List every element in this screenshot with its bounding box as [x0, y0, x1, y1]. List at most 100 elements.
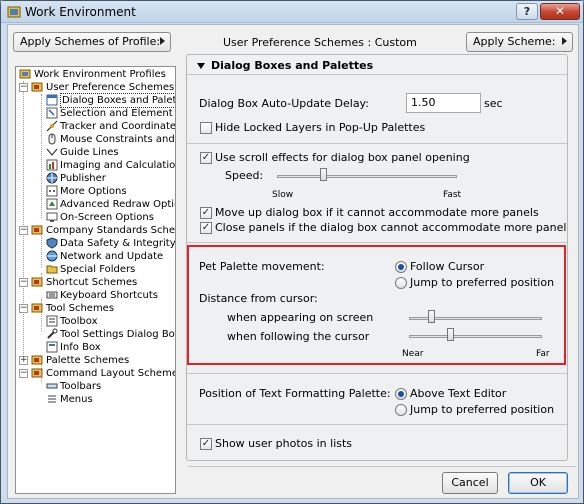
tree-item-label: Info Box: [60, 342, 101, 353]
autoupdate-unit: sec: [484, 97, 503, 110]
tree-item-label: Toolbox: [60, 316, 98, 327]
tree-item-label: Network and Update: [60, 251, 164, 262]
collapse-icon[interactable]: −: [19, 83, 28, 92]
help-button[interactable]: ?: [516, 3, 538, 20]
footer-divider: [188, 466, 576, 467]
window-title: Work Environment: [25, 5, 136, 19]
apply-profile-label: Apply Schemes of Profile:: [20, 35, 161, 48]
divider: [187, 242, 567, 243]
chevron-right-icon: [160, 37, 165, 45]
app-icon: [7, 6, 21, 18]
tree-group-label: Command Layout Schemes: [46, 368, 176, 379]
hide-locked-label: Hide Locked Layers in Pop-Up Palettes: [215, 121, 426, 134]
tool-settings-icon: [47, 328, 58, 339]
scheme-folder-icon: [31, 225, 43, 235]
scheme-folder-icon: [31, 355, 43, 365]
tree-item-label: Dialog Boxes and Palettes: [60, 93, 175, 108]
divider: [187, 143, 567, 144]
section-header[interactable]: Dialog Boxes and Palettes: [197, 59, 373, 72]
tree-root-label: Work Environment Profiles: [34, 69, 166, 80]
tree-group-label: Palette Schemes: [46, 355, 130, 366]
scheme-folder-icon: [31, 303, 43, 313]
section-title: Dialog Boxes and Palettes: [211, 59, 374, 72]
collapse-icon[interactable]: −: [19, 304, 28, 313]
expand-icon[interactable]: +: [19, 356, 28, 365]
dialog-icon: [46, 94, 58, 106]
tree-item-label: Imaging and Calculation: [60, 160, 176, 171]
selection-info-icon: [46, 107, 58, 119]
chevron-right-icon: [562, 37, 567, 45]
mouse-icon: [48, 133, 56, 145]
tree-item-label: Guide Lines: [60, 147, 119, 158]
tree-item-label: Tracker and Coordinate Inpu: [60, 121, 176, 132]
profile-tree[interactable]: Work Environment Profiles − User Prefere…: [15, 66, 176, 494]
ok-button[interactable]: OK: [508, 472, 568, 494]
move-up-checkbox[interactable]: ✓: [200, 207, 212, 219]
tree-item-label: On-Screen Options: [60, 212, 154, 223]
move-up-label: Move up dialog box if it cannot accommod…: [215, 206, 539, 219]
menus-icon: [48, 395, 56, 403]
tree-item-label: Menus: [60, 394, 93, 405]
tree-item-label: Special Folders: [60, 264, 136, 275]
tree-item-label: Publisher: [60, 173, 106, 184]
toolbox-icon: [46, 315, 58, 327]
scheme-folder-icon: [31, 368, 43, 378]
speed-slider-track[interactable]: [277, 175, 457, 178]
imaging-icon: [46, 159, 58, 171]
cancel-button[interactable]: Cancel: [442, 472, 498, 494]
text-palette-label: Position of Text Formatting Palette:: [199, 387, 391, 400]
apply-scheme-button[interactable]: Apply Scheme:: [466, 32, 573, 52]
tree-item-label: Toolbars: [60, 381, 102, 392]
work-environment-window: Work Environment ? ✕ Apply Schemes of Pr…: [0, 0, 584, 504]
show-photos-checkbox[interactable]: ✓: [200, 438, 212, 450]
speed-fast-label: Fast: [443, 190, 462, 200]
tree-line: [41, 94, 42, 218]
above-editor-label: Above Text Editor: [410, 387, 507, 400]
speed-label: Speed:: [225, 169, 264, 182]
scheme-folder-icon: [31, 82, 43, 92]
profiles-icon: [19, 69, 31, 79]
tracker-icon: [46, 120, 58, 132]
tree-item-label: Data Safety & Integrity: [60, 238, 176, 249]
tree-item-label: More Options: [60, 186, 127, 197]
hide-locked-checkbox[interactable]: [200, 122, 212, 134]
jump-preferred-2-label: Jump to preferred position: [410, 403, 555, 416]
data-safety-icon: [46, 237, 58, 249]
redraw-icon: [46, 198, 58, 210]
info-box-icon: [46, 341, 58, 353]
collapse-icon[interactable]: −: [19, 226, 28, 235]
tree-group-label: Company Standards Schemes: [46, 225, 175, 236]
close-button[interactable]: ✕: [540, 3, 580, 20]
guide-lines-icon: [46, 148, 58, 156]
above-editor-radio[interactable]: [395, 388, 407, 400]
tree-line: [41, 234, 42, 267]
apply-profile-button[interactable]: Apply Schemes of Profile:: [13, 32, 171, 52]
speed-slider-thumb[interactable]: [320, 168, 328, 181]
tree-item-label: Selection and Element Inform: [60, 108, 175, 119]
scheme-folder-icon: [31, 277, 43, 287]
toolbars-icon: [46, 383, 58, 389]
network-icon: [46, 250, 58, 262]
chevron-down-icon: [197, 63, 205, 69]
close-panels-checkbox[interactable]: ✓: [200, 222, 212, 234]
tree-line: [23, 81, 24, 359]
collapse-icon[interactable]: −: [19, 278, 28, 287]
tree-item-label: Keyboard Shortcuts: [60, 290, 158, 301]
on-screen-icon: [46, 212, 58, 222]
divider: [187, 373, 567, 374]
more-options-icon: [46, 185, 58, 197]
tree-item-label: Advanced Redraw Options: [60, 199, 175, 210]
autoupdate-delay-input[interactable]: 1.50: [406, 93, 481, 113]
jump-preferred-2-radio[interactable]: [395, 404, 407, 416]
tree-item-label: Mouse Constraints and Meth: [60, 134, 175, 145]
tree-item-label: Tool Settings Dialog Boxes: [60, 329, 175, 340]
scroll-effects-checkbox[interactable]: ✓: [200, 152, 212, 164]
title-bar[interactable]: Work Environment ? ✕: [1, 1, 583, 23]
publisher-icon: [46, 172, 58, 184]
close-panels-label: Close panels if the dialog box cannot ac…: [215, 221, 568, 234]
schemes-label: User Preference Schemes : Custom: [223, 36, 417, 49]
collapse-icon[interactable]: −: [19, 369, 28, 378]
tree-group-label: Shortcut Schemes: [46, 277, 138, 288]
apply-scheme-label: Apply Scheme:: [473, 35, 556, 48]
divider: [187, 424, 567, 425]
